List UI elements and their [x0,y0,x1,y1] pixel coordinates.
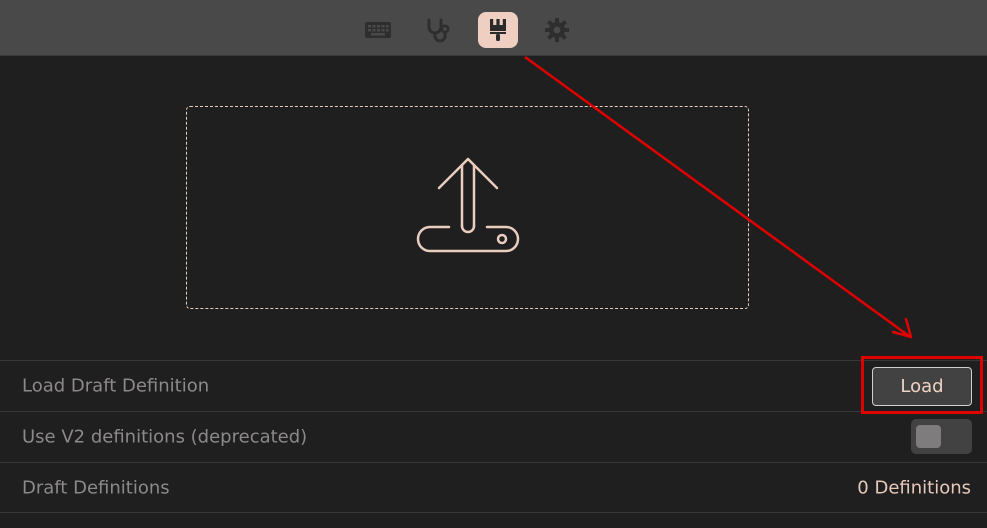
load-draft-label: Load Draft Definition [22,375,210,397]
top-toolbar [0,0,987,56]
keyboard-icon [365,22,391,38]
setting-row-load-draft: Load Draft Definition [0,360,987,411]
brush-icon [490,19,506,41]
tab-theme[interactable] [478,12,518,48]
draft-definitions-label: Draft Definitions [22,477,170,499]
file-drop-zone[interactable] [186,106,749,309]
gear-icon [545,18,569,42]
tab-diagnostics[interactable] [418,12,458,48]
setting-row-use-v2: Use V2 definitions (deprecated) [0,411,987,462]
upload-icon [416,157,519,252]
annotation-highlight-box [861,356,983,414]
divider [0,512,987,513]
tab-keyboard[interactable] [358,12,398,48]
use-v2-label: Use V2 definitions (deprecated) [22,426,308,448]
use-v2-toggle[interactable] [911,419,972,454]
stethoscope-icon [427,18,450,43]
setting-row-draft-definitions: Draft Definitions 0 Definitions [0,462,987,513]
draft-definitions-count: 0 Definitions [857,477,971,499]
tab-settings[interactable] [537,12,577,48]
toggle-knob [916,425,941,448]
